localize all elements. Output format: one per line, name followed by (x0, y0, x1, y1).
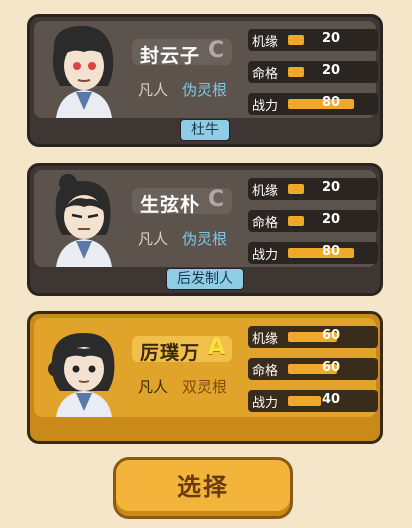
stat-value: 20 (322, 63, 341, 78)
select-button[interactable]: 选择 (113, 457, 293, 519)
character-name: 生弦朴 (140, 194, 201, 216)
stat-fate: 命格 20 (248, 61, 378, 83)
stat-value: 20 (322, 180, 341, 195)
character-name: 厉璞万 (140, 342, 201, 364)
grade-badge: C (208, 187, 225, 212)
stat-value: 60 (322, 360, 341, 375)
stat-fate: 命格 60 (248, 358, 378, 380)
stat-label: 战力 (252, 396, 279, 411)
stat-bar (288, 396, 321, 406)
stat-bar (288, 99, 354, 109)
character-card-2[interactable]: 生弦朴 C 凡人 伪灵根 机缘 20 命格 20 战力 80 后发制人 (27, 163, 383, 296)
character-name: 封云子 (140, 45, 201, 67)
spirit-root-label: 伪灵根 (182, 230, 228, 248)
stat-luck: 机缘 20 (248, 29, 378, 51)
stat-bar (288, 248, 354, 258)
card-panel: 封云子 C 凡人 伪灵根 机缘 20 命格 20 战力 80 (34, 21, 378, 118)
stat-bar (288, 216, 304, 226)
stat-power: 战力 40 (248, 390, 378, 412)
character-portrait (55, 174, 112, 267)
character-card-3[interactable]: 厉璞万 A 凡人 双灵根 机缘 60 命格 60 战力 40 (27, 311, 383, 444)
spirit-root-label: 伪灵根 (182, 81, 228, 99)
grade-badge: A (208, 335, 226, 360)
stat-label: 命格 (252, 67, 279, 82)
stat-bar (288, 184, 304, 194)
stat-value: 80 (322, 95, 341, 110)
stat-value: 20 (322, 212, 341, 227)
stat-power: 战力 80 (248, 93, 378, 115)
stat-label: 战力 (252, 99, 279, 114)
stat-label: 命格 (252, 364, 279, 379)
rank-label: 凡人 (138, 81, 169, 99)
stat-label: 机缘 (252, 332, 279, 347)
stat-label: 战力 (252, 248, 279, 263)
trait-tag: 后发制人 (166, 268, 244, 290)
stat-value: 20 (322, 31, 341, 46)
stat-value: 40 (322, 392, 341, 407)
stat-value: 80 (322, 244, 341, 259)
character-portrait (52, 25, 114, 118)
stat-label: 机缘 (252, 35, 279, 50)
spirit-root-label: 双灵根 (182, 378, 228, 396)
stat-luck: 机缘 20 (248, 178, 378, 200)
stat-value: 60 (322, 328, 341, 343)
grade-badge: C (208, 38, 225, 63)
character-card-1[interactable]: 封云子 C 凡人 伪灵根 机缘 20 命格 20 战力 80 杜牛 (27, 14, 383, 147)
character-portrait (48, 333, 115, 417)
stat-bar (288, 67, 304, 77)
rank-label: 凡人 (138, 230, 169, 248)
rank-label: 凡人 (138, 378, 169, 396)
stat-power: 战力 80 (248, 242, 378, 264)
trait-tag: 杜牛 (180, 119, 230, 141)
card-panel: 生弦朴 C 凡人 伪灵根 机缘 20 命格 20 战力 80 (34, 170, 378, 267)
stat-fate: 命格 20 (248, 210, 378, 232)
stat-bar (288, 35, 304, 45)
stat-label: 命格 (252, 216, 279, 231)
stat-label: 机缘 (252, 184, 279, 199)
card-panel: 厉璞万 A 凡人 双灵根 机缘 60 命格 60 战力 40 (34, 318, 378, 417)
stat-luck: 机缘 60 (248, 326, 378, 348)
